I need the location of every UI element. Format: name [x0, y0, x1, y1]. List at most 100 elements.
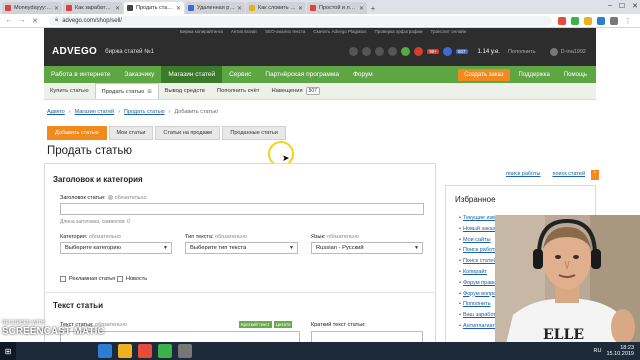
extension-icon[interactable]: [571, 16, 579, 25]
chrome-icon[interactable]: [138, 344, 152, 358]
browser-tab[interactable]: Удаленная работа по р✕: [185, 2, 245, 14]
language-indicator[interactable]: RU: [594, 348, 602, 354]
search-jobs-link[interactable]: поиск работы: [506, 171, 540, 177]
select-value: Выберите тип текста: [190, 245, 247, 251]
site-slogan: биржа статей №1: [105, 48, 154, 55]
tab-favicon-icon: [5, 5, 11, 11]
clock[interactable]: 18:23 15.10.2019: [606, 345, 634, 358]
tab-favicon-icon: [188, 5, 194, 11]
minimize-button[interactable]: –: [608, 2, 612, 10]
top-link[interactable]: Скачать Advego Plagiatus: [313, 29, 366, 34]
browser-tab[interactable]: Как словить рыбу — Я✕: [246, 2, 306, 14]
top-link[interactable]: Проверка орфографии: [375, 29, 423, 34]
ad-article-checkbox[interactable]: Рекламная статья: [60, 276, 115, 282]
close-icon[interactable]: ✕: [359, 5, 364, 12]
subnav-item[interactable]: Навещения 507: [265, 83, 326, 100]
browser-tab[interactable]: Как зарабатывать день✕: [63, 2, 123, 14]
reload-icon[interactable]: ✕: [30, 17, 40, 25]
taskbar-app-icon[interactable]: [178, 344, 192, 358]
tab-my-articles[interactable]: Мои статьи: [108, 126, 154, 140]
breadcrumb-link[interactable]: Продать статью: [124, 109, 165, 115]
new-tab-button[interactable]: +: [368, 3, 378, 13]
back-icon[interactable]: ←: [4, 17, 14, 24]
article-title-input[interactable]: [60, 203, 424, 215]
topup-link[interactable]: Пополнить: [508, 49, 536, 55]
support-link[interactable]: Поддержка: [514, 69, 555, 81]
nav-item[interactable]: Партнёрская программа: [258, 66, 346, 83]
checkbox-box[interactable]: [117, 276, 123, 282]
forward-icon[interactable]: →: [17, 17, 27, 24]
nav-item-active[interactable]: Магазин статей: [161, 66, 223, 83]
bell-icon[interactable]: [349, 47, 359, 56]
tab-sold-articles[interactable]: Проданные статьи: [222, 126, 286, 140]
browser-tab[interactable]: Moneydayyy: Топ 200 с✕: [2, 2, 62, 14]
breadcrumb-link[interactable]: Адвего: [47, 109, 65, 115]
profile-icon[interactable]: [610, 16, 618, 25]
tab-articles-on-sale[interactable]: Статьи на продаже: [155, 126, 221, 140]
url-field[interactable]: 🔒︎ advego.com/shop/sell/: [49, 15, 552, 26]
browser-tab[interactable]: Простой и легальный✕: [307, 2, 367, 14]
taskbar-app-icon[interactable]: [158, 344, 172, 358]
close-icon[interactable]: ✕: [237, 5, 242, 12]
user-menu[interactable]: D-ina1992: [549, 47, 586, 56]
nav-item[interactable]: Форум: [346, 66, 380, 83]
category-select[interactable]: Выберите категорию ▼: [60, 242, 172, 254]
news-checkbox[interactable]: Новость: [117, 276, 147, 282]
side-flag-icon[interactable]: ›: [591, 170, 599, 180]
top-link[interactable]: SEO-анализ текста: [265, 29, 305, 34]
search-articles-link[interactable]: поиск статей: [552, 171, 585, 177]
nav-item[interactable]: Работа в интернете: [44, 66, 117, 83]
label-text: Язык:: [311, 234, 326, 240]
page-title: Продать статью: [47, 145, 133, 157]
subnav-item[interactable]: Вывод средств: [159, 83, 211, 100]
extension-icon[interactable]: [597, 16, 605, 25]
help-icon[interactable]: ?: [108, 195, 114, 200]
close-icon[interactable]: ✕: [115, 5, 120, 12]
nav-item[interactable]: Сервис: [222, 66, 258, 83]
notifications-icon[interactable]: [401, 47, 411, 56]
checkbox-box[interactable]: [60, 276, 66, 282]
close-icon[interactable]: ✕: [176, 5, 181, 12]
subnav-item[interactable]: Пополнить счёт: [211, 83, 265, 100]
create-order-button[interactable]: Создать заказ: [458, 68, 510, 81]
site-header: ADVEGO биржа статей №1 99+ 507 1.14 у.е.…: [44, 37, 596, 66]
label-text: Краткий текст статьи:: [311, 322, 366, 328]
nav-item[interactable]: Заказчику: [117, 66, 161, 83]
help-link[interactable]: Помощь: [559, 69, 592, 81]
windows-start-icon[interactable]: ⊞: [0, 342, 16, 360]
main-nav: Работа в интернете Заказчику Магазин ста…: [44, 66, 596, 83]
required-note: обязательно: [88, 234, 121, 240]
top-link[interactable]: Антиплагиат: [231, 29, 257, 34]
mail-icon[interactable]: [362, 47, 372, 56]
text-type-select[interactable]: Выберите тип текста ▼: [185, 242, 298, 254]
browser-tab-active[interactable]: Продать статью на бир✕: [124, 2, 184, 14]
close-window-button[interactable]: ✕: [632, 2, 638, 10]
maximize-button[interactable]: ☐: [619, 2, 625, 10]
url-text: advego.com/shop/sell/: [62, 17, 122, 24]
label-text: Категория:: [60, 234, 88, 240]
folder-icon[interactable]: [118, 344, 132, 358]
chat-icon[interactable]: [375, 47, 385, 56]
quote-tag[interactable]: Цитата: [273, 321, 293, 328]
watermark-line2: MATIC: [73, 326, 105, 337]
subnav-item[interactable]: Купить статью: [44, 83, 95, 100]
subnav-item-active[interactable]: Продать статью ⊞: [94, 83, 159, 99]
close-icon[interactable]: ✕: [54, 5, 59, 12]
extension-icon[interactable]: [584, 16, 592, 25]
breadcrumb-link[interactable]: Магазин статей: [75, 109, 114, 115]
window-controls: – ☐ ✕: [608, 2, 638, 10]
top-link[interactable]: Биржа копирайтинга: [180, 29, 223, 34]
language-select[interactable]: Russian - Русский ▼: [311, 242, 423, 254]
subnav-label: Продать статью: [101, 88, 145, 95]
short-text-tag[interactable]: Краткий текст: [239, 321, 272, 328]
close-icon[interactable]: ✕: [298, 5, 303, 12]
star-icon[interactable]: [388, 47, 398, 56]
tab-add-article[interactable]: Добавить статью: [47, 126, 107, 140]
site-logo[interactable]: ADVEGO: [52, 46, 97, 57]
messages-icon[interactable]: [414, 47, 424, 56]
menu-icon[interactable]: ⋮: [623, 17, 633, 25]
top-link[interactable]: Транслит онлайн: [431, 29, 467, 34]
tasks-icon[interactable]: [443, 47, 453, 56]
extension-icon[interactable]: [558, 16, 566, 25]
taskbar-app-icon[interactable]: [98, 344, 112, 358]
